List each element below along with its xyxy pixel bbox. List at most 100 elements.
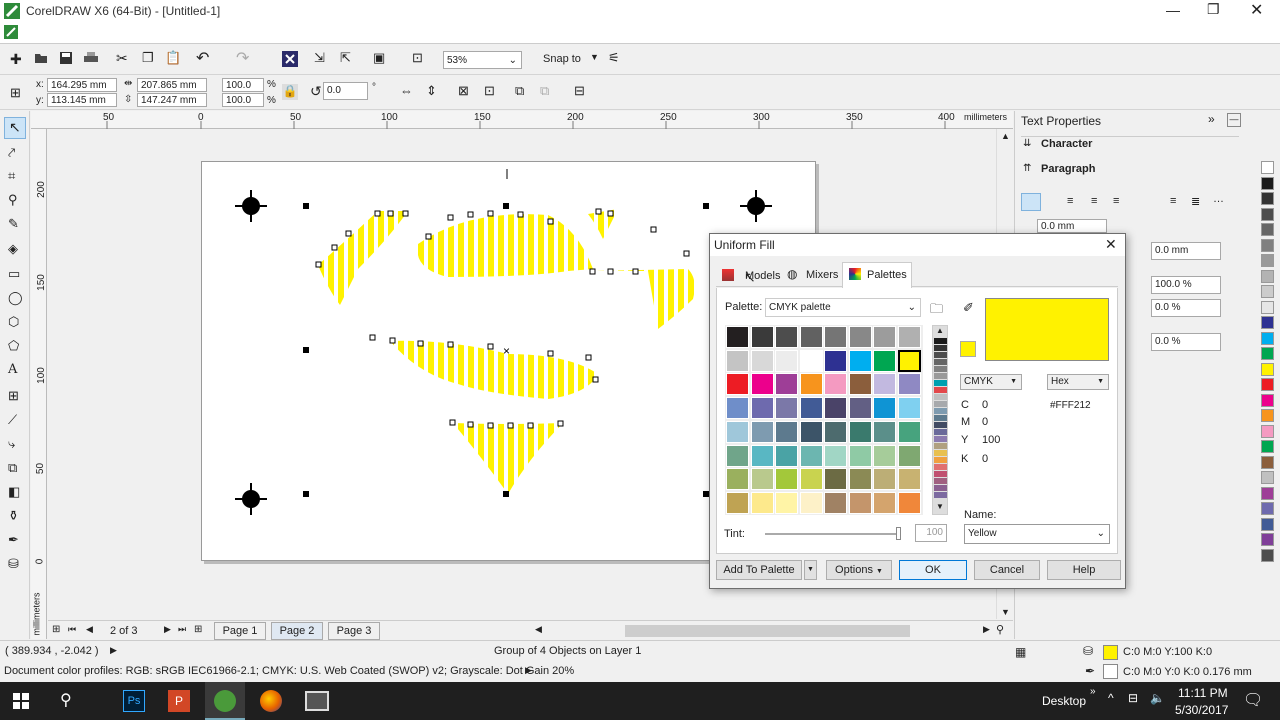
tab-page-1[interactable]: Page 1 <box>214 622 266 640</box>
justify-icon[interactable]: ≡ <box>1170 195 1176 207</box>
color-swatch[interactable] <box>799 349 823 372</box>
add-to-palette-dropdown[interactable]: ▼ <box>804 560 817 580</box>
y-position-field[interactable]: 113.145 mm <box>47 93 117 107</box>
palette-swatch[interactable] <box>1261 238 1274 252</box>
snap-to-dropdown[interactable]: Snap to <box>543 53 581 65</box>
palette-swatch[interactable] <box>1261 486 1274 500</box>
color-swatch[interactable] <box>824 468 847 491</box>
palette-swatch[interactable] <box>1261 533 1274 546</box>
color-swatch[interactable] <box>897 491 921 514</box>
palette-swatch[interactable] <box>1261 409 1274 422</box>
restore-icon[interactable]: ❐ <box>1207 1 1220 18</box>
new-icon[interactable]: ✚ <box>10 51 22 68</box>
color-swatch[interactable] <box>873 326 896 348</box>
break-apart-icon[interactable]: ⧉ <box>540 83 549 99</box>
cmyk-y-value[interactable]: 100 <box>982 434 1000 446</box>
cancel-button[interactable]: Cancel <box>974 560 1040 580</box>
zoom-select[interactable]: 53% ⌄ <box>443 51 522 69</box>
launcher-icon[interactable]: ▣ <box>373 50 385 66</box>
color-swatch[interactable] <box>799 373 823 396</box>
align-right-icon[interactable]: ≡ <box>1113 195 1119 207</box>
strip-swatch[interactable] <box>934 408 947 414</box>
char-spacing-field[interactable]: 0.0 % <box>1151 299 1221 317</box>
tint-value-field[interactable]: 100 <box>915 524 947 542</box>
mirror-h-icon[interactable]: ⇔ <box>400 83 413 98</box>
color-swatch[interactable] <box>726 491 749 514</box>
color-swatch[interactable] <box>824 491 847 514</box>
outline-color-swatch[interactable] <box>1103 664 1118 679</box>
color-swatch[interactable] <box>897 373 921 396</box>
copy-icon[interactable]: ❐ <box>142 50 154 66</box>
height-field[interactable]: 147.247 mm <box>137 93 207 107</box>
ellipse-tool-icon[interactable]: ◯ <box>8 290 23 306</box>
strip-swatch[interactable] <box>934 373 947 379</box>
character-expand-icon[interactable]: ⇊ <box>1023 138 1031 149</box>
color-swatch[interactable] <box>848 420 872 443</box>
force-justify-icon[interactable]: ≣ <box>1191 195 1200 208</box>
strip-down-icon[interactable]: ▼ <box>936 502 944 511</box>
cmyk-k-value[interactable]: 0 <box>982 453 988 465</box>
color-swatch[interactable] <box>726 444 749 467</box>
basic-shapes-icon[interactable]: ⬠ <box>8 338 19 354</box>
tint-slider-track[interactable] <box>765 533 899 535</box>
color-name-select[interactable]: Yellow ⌄ <box>964 524 1110 544</box>
search-icon[interactable]: ⚲ <box>60 690 72 710</box>
cmyk-c-value[interactable]: 0 <box>982 399 988 411</box>
options-button[interactable]: Options ▼ <box>826 560 892 580</box>
paste-icon[interactable]: 📋 <box>165 50 181 66</box>
color-swatch[interactable] <box>848 468 872 491</box>
color-swatch[interactable] <box>873 468 896 491</box>
import-icon[interactable]: ⇲ <box>314 50 325 66</box>
color-swatch[interactable] <box>848 444 872 467</box>
strip-swatch[interactable] <box>934 394 947 400</box>
hex-value[interactable]: #FFF212 <box>1050 400 1091 411</box>
align-none-button[interactable] <box>1021 193 1041 211</box>
blend-tool-icon[interactable]: ⧉ <box>8 460 17 476</box>
eyedropper-tool-icon[interactable]: ⚱ <box>8 508 19 524</box>
save-icon[interactable] <box>60 52 72 64</box>
first-page-icon[interactable]: ⏮ <box>68 624 76 635</box>
strip-swatch[interactable] <box>934 380 947 386</box>
palette-swatch[interactable] <box>1261 300 1274 314</box>
palette-swatch[interactable] <box>1261 378 1274 391</box>
clock-time[interactable]: 11:11 PM <box>1178 686 1228 700</box>
strip-swatch[interactable] <box>934 352 947 358</box>
table-tool-icon[interactable]: ⊞ <box>8 388 19 404</box>
character-section[interactable]: Character <box>1041 138 1092 150</box>
scroll-up-icon[interactable]: ▲ <box>1001 131 1010 141</box>
color-swatch[interactable] <box>873 444 896 467</box>
color-swatch[interactable] <box>873 397 896 420</box>
color-swatch[interactable] <box>824 444 847 467</box>
color-swatch[interactable] <box>775 468 798 491</box>
color-swatch[interactable] <box>799 468 823 491</box>
color-swatch[interactable] <box>824 349 847 372</box>
freehand-tool-icon[interactable]: ✎ <box>8 216 19 232</box>
strip-swatch[interactable] <box>934 366 947 372</box>
print-icon[interactable] <box>84 52 98 64</box>
color-swatch[interactable] <box>824 397 847 420</box>
color-swatch[interactable] <box>848 397 872 420</box>
color-swatch[interactable] <box>897 420 921 443</box>
palette-swatch[interactable] <box>1261 393 1274 407</box>
network-icon[interactable]: ⊟ <box>1128 691 1138 705</box>
color-swatch[interactable] <box>750 420 774 443</box>
color-swatch[interactable] <box>848 349 872 372</box>
strip-swatch[interactable] <box>934 457 947 463</box>
right-indent-field[interactable]: 0.0 mm <box>1151 242 1221 260</box>
cmyk-m-value[interactable]: 0 <box>982 416 988 428</box>
undo-icon[interactable]: ↶ <box>196 48 209 68</box>
color-swatch[interactable] <box>775 397 798 420</box>
lock-ratio-icon[interactable]: 🔒 <box>282 84 298 100</box>
clock-date[interactable]: 5/30/2017 <box>1175 703 1228 717</box>
coreldraw-task-button[interactable] <box>205 682 245 720</box>
palette-swatch[interactable] <box>1261 548 1274 562</box>
line-spacing-field[interactable]: 100.0 % <box>1151 276 1221 294</box>
color-swatch[interactable] <box>750 491 774 514</box>
fill-tool-icon[interactable]: ⛁ <box>8 556 19 572</box>
redo-icon[interactable]: ↷ <box>236 48 249 68</box>
align-center-icon[interactable]: ≡ <box>1091 195 1097 207</box>
text-tool-icon[interactable]: A <box>8 362 17 377</box>
zoom-nav-icon[interactable]: ⚲ <box>996 623 1004 636</box>
fill-color-swatch[interactable] <box>1103 645 1118 660</box>
width-field[interactable]: 207.865 mm <box>137 78 207 92</box>
